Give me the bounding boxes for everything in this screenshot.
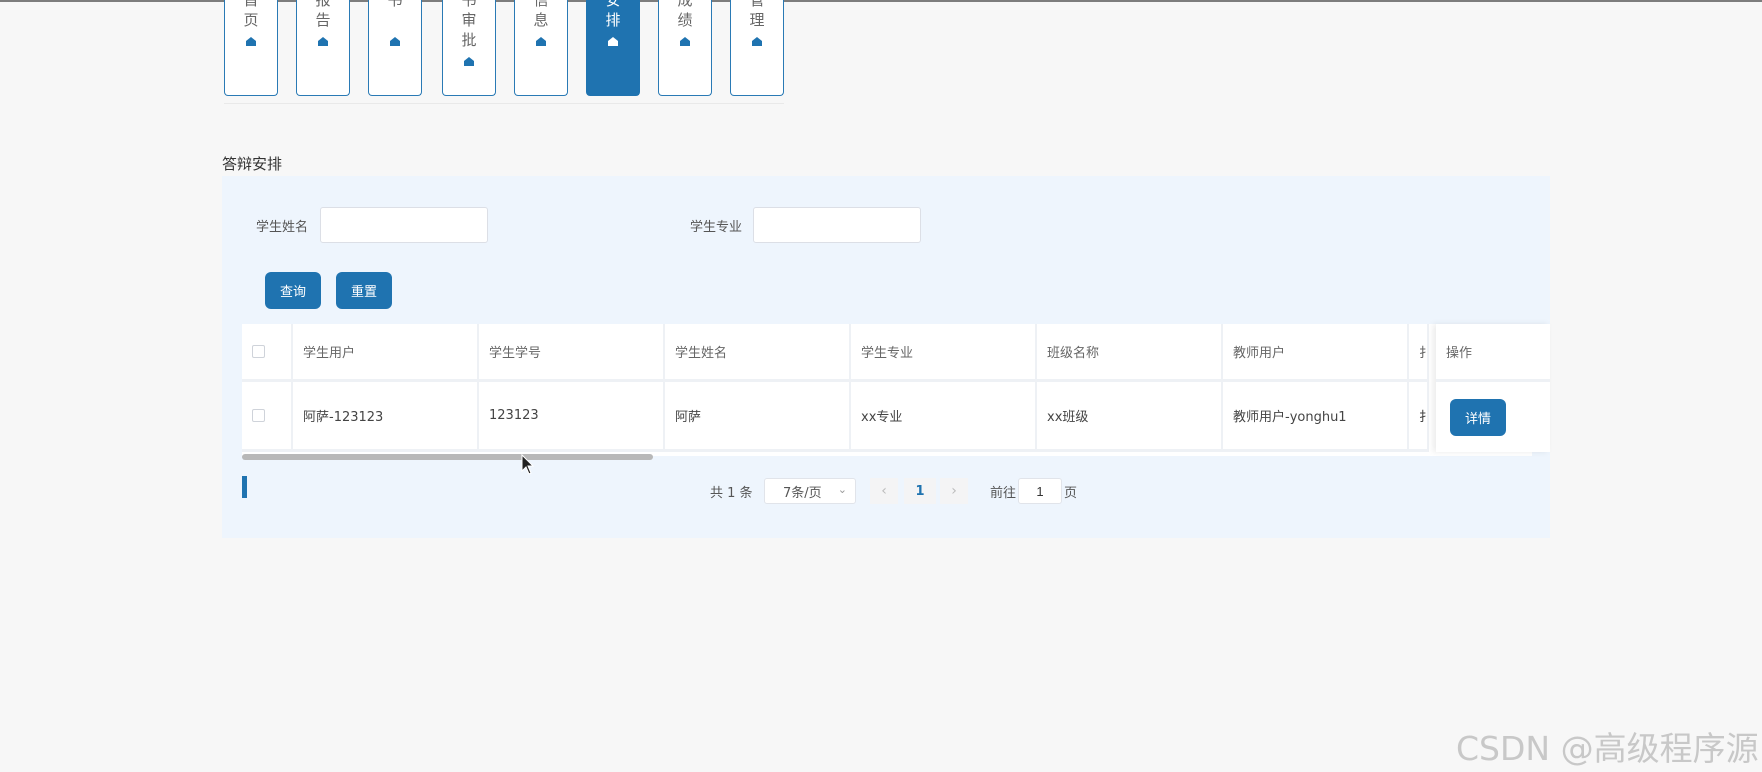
- home-icon: [246, 37, 256, 46]
- column-header[interactable]: 学生学号: [479, 324, 665, 382]
- table-cell: 阿萨-123123: [293, 382, 479, 452]
- tab-report[interactable]: 报告: [296, 0, 350, 96]
- table-cell: 教师用户-yonghu1: [1223, 382, 1409, 452]
- tab-book[interactable]: 书: [368, 0, 422, 96]
- watermark: CSDN @高级程序源: [1456, 729, 1759, 768]
- operations-cell: 详情: [1436, 382, 1550, 452]
- tab-label: 首页: [243, 0, 259, 29]
- chevron-right-icon: ›: [951, 483, 957, 499]
- column-header[interactable]: 学生用户: [293, 324, 479, 382]
- column-header[interactable]: 学生姓名: [665, 324, 851, 382]
- goto-page-input[interactable]: [1018, 478, 1062, 504]
- table-horizontal-scrollbar[interactable]: [242, 454, 653, 460]
- tab-label: 安排: [605, 0, 621, 29]
- mouse-cursor-icon: [521, 454, 535, 475]
- page-number-current[interactable]: 1: [904, 478, 936, 504]
- tabs-divider: [224, 103, 784, 104]
- operations-header: 操作: [1436, 324, 1550, 382]
- chevron-left-icon: ‹: [881, 483, 887, 499]
- column-header[interactable]: 扌: [1409, 324, 1429, 382]
- row-checkbox[interactable]: [252, 409, 265, 422]
- table-cell: 阿萨: [665, 382, 851, 452]
- student-major-input[interactable]: [753, 207, 921, 243]
- tab-label: 报告: [315, 0, 331, 29]
- operations-column: 操作 详情: [1436, 324, 1550, 452]
- table-cell: 123123: [479, 382, 665, 452]
- table-cell: 扌: [1409, 382, 1429, 452]
- home-icon: [464, 57, 474, 66]
- goto-label: 前往: [990, 485, 1017, 501]
- page-size-select[interactable]: 7条/页 ⌄: [764, 478, 856, 504]
- reset-button[interactable]: 重置: [336, 272, 392, 309]
- chevron-down-icon: ⌄: [837, 483, 847, 496]
- accent-marker: [242, 476, 247, 498]
- table-grid: 学生用户 学生学号 学生姓名 学生专业 班级名称 教师用户 扌 阿萨-12312…: [242, 324, 1429, 452]
- tab-arrangement[interactable]: 安排: [586, 0, 640, 96]
- column-header[interactable]: 班级名称: [1037, 324, 1223, 382]
- tab-home[interactable]: 首页: [224, 0, 278, 96]
- tab-label: 书: [387, 0, 403, 9]
- table-cell: xx专业: [851, 382, 1037, 452]
- prev-page-button[interactable]: ‹: [870, 478, 898, 504]
- table-cell: xx班级: [1037, 382, 1223, 452]
- tab-label: 信息: [533, 0, 549, 29]
- tab-label: 书审批: [461, 0, 477, 49]
- tab-book-approval[interactable]: 书审批: [442, 0, 496, 96]
- home-icon: [608, 37, 618, 46]
- query-button[interactable]: 查询: [265, 272, 321, 309]
- student-name-input[interactable]: [320, 207, 488, 243]
- select-all-checkbox[interactable]: [252, 345, 265, 358]
- total-count: 共 1 条: [710, 485, 753, 501]
- page-size-value: 7条/页: [783, 485, 822, 501]
- tab-management[interactable]: 管理: [730, 0, 784, 96]
- student-major-label: 学生专业: [690, 220, 743, 235]
- home-icon: [390, 37, 400, 46]
- column-header[interactable]: 教师用户: [1223, 324, 1409, 382]
- column-header[interactable]: 学生专业: [851, 324, 1037, 382]
- home-icon: [752, 37, 762, 46]
- student-name-label: 学生姓名: [256, 220, 309, 235]
- home-icon: [318, 37, 328, 46]
- page-suffix-label: 页: [1064, 485, 1078, 501]
- row-select-cell: [242, 382, 293, 452]
- tab-label: 成绩: [677, 0, 693, 29]
- next-page-button[interactable]: ›: [940, 478, 968, 504]
- detail-button[interactable]: 详情: [1450, 398, 1506, 436]
- tab-score[interactable]: 成绩: [658, 0, 712, 96]
- home-icon: [536, 37, 546, 46]
- home-icon: [680, 37, 690, 46]
- tab-info[interactable]: 信息: [514, 0, 568, 96]
- select-all-cell: [242, 324, 293, 382]
- data-table: 学生用户 学生学号 学生姓名 学生专业 班级名称 教师用户 扌 阿萨-12312…: [242, 324, 1550, 456]
- tab-label: 管理: [749, 0, 765, 29]
- section-title: 答辩安排: [222, 155, 283, 173]
